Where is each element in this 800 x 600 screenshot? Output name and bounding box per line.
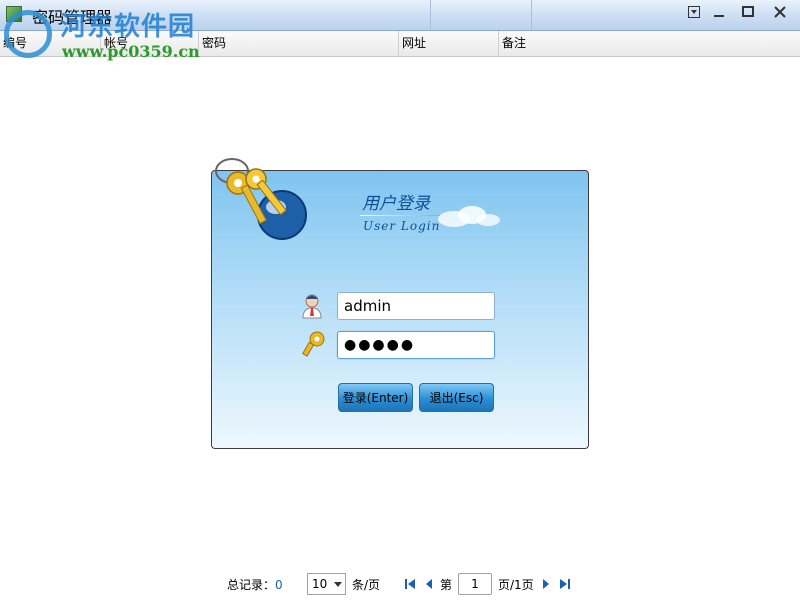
window-title: 密码管理器 [32, 8, 113, 27]
user-icon [302, 294, 322, 319]
prev-page-icon[interactable] [424, 578, 434, 590]
password-input[interactable]: ●●●●● [337, 331, 495, 359]
close-button[interactable] [766, 2, 794, 22]
current-page-input[interactable]: 1 [458, 573, 492, 595]
next-page-icon[interactable] [541, 578, 551, 590]
pager: 总记录： 0 10 条/页 第 1 页/1页 [0, 572, 800, 598]
total-records-label: 总记录： [227, 578, 276, 592]
maximize-button[interactable] [734, 2, 762, 22]
column-header-notes[interactable]: 备注 [499, 31, 800, 56]
login-title-en: User Login [363, 219, 441, 233]
column-header-url[interactable]: 网址 [399, 31, 499, 56]
title-divider [360, 215, 440, 216]
page-size-value: 10 [312, 577, 328, 591]
last-page-icon[interactable] [559, 578, 571, 590]
page-suffix-label: 页/1页 [498, 578, 534, 592]
cloud-icon [438, 206, 500, 227]
username-input[interactable]: admin [337, 292, 495, 320]
column-header-id[interactable]: 编号 [0, 31, 101, 56]
key-icon [302, 331, 325, 357]
minimize-icon [714, 15, 724, 17]
per-page-label: 条/页 [352, 578, 381, 592]
inner-toolbar-divider [430, 0, 532, 30]
maximize-icon [742, 6, 754, 17]
chevron-down-icon [334, 582, 342, 587]
app-icon [6, 6, 22, 22]
column-header-account[interactable]: 帐号 [101, 31, 199, 56]
exit-button[interactable]: 退出(Esc) [419, 383, 494, 412]
keys-globe-icon [215, 158, 307, 240]
column-header-password[interactable]: 密码 [199, 31, 399, 56]
close-icon [774, 6, 786, 18]
title-bar: 密码管理器 [0, 0, 800, 31]
login-title-cn: 用户登录 [362, 194, 430, 214]
first-page-icon[interactable] [404, 578, 416, 590]
page-prefix-label: 第 [440, 578, 453, 592]
dropdown-box-icon [688, 6, 700, 18]
login-panel: 用户登录 User Login admin ●●●●● 登录(Enter) 退出… [211, 158, 589, 449]
page-size-select[interactable]: 10 [307, 573, 346, 595]
grid-header: 编号 帐号 密码 网址 备注 [0, 31, 800, 57]
minimize-button[interactable] [705, 2, 733, 22]
total-records-count: 0 [275, 578, 283, 592]
login-button[interactable]: 登录(Enter) [338, 383, 413, 412]
menu-dropdown-button[interactable] [680, 2, 708, 22]
